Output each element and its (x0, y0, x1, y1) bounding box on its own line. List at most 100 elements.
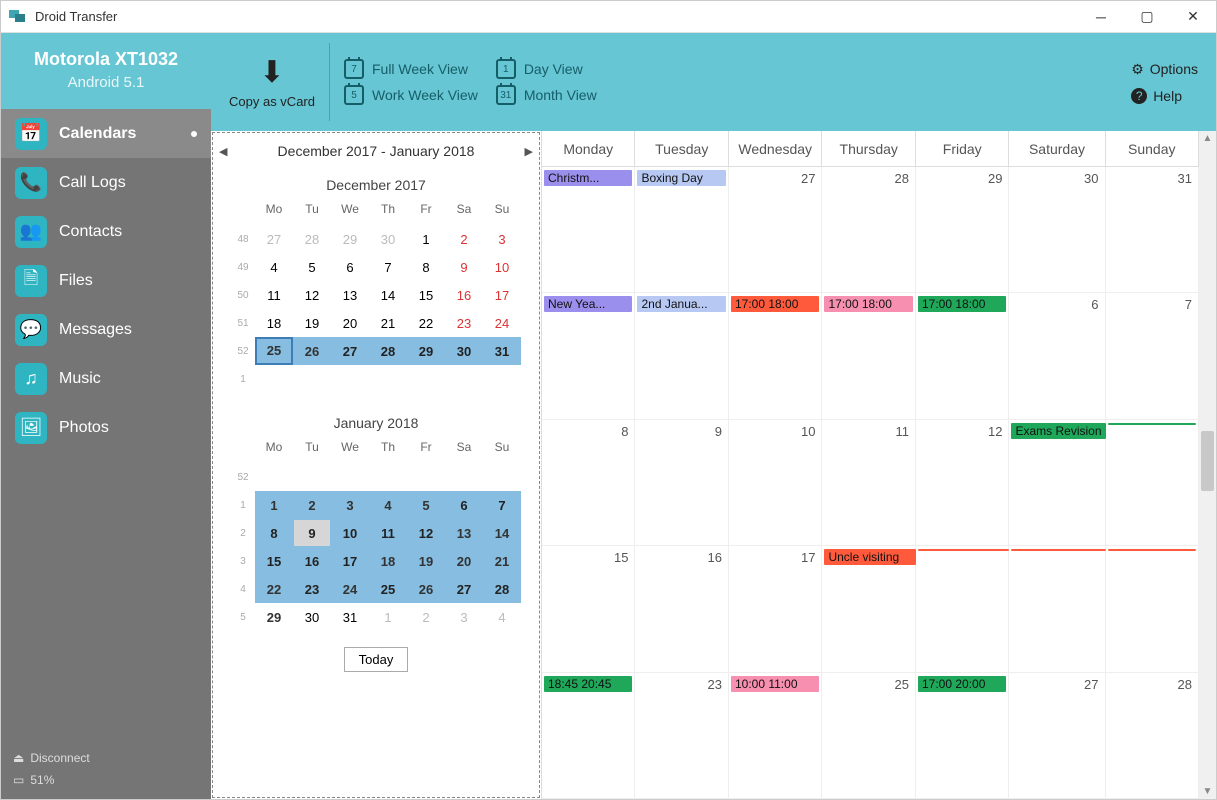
calendar-event[interactable]: 18:45 20:45 (544, 676, 632, 692)
mini-calendar-day[interactable]: 18 (255, 309, 293, 337)
mini-calendar-day[interactable]: 17 (483, 281, 521, 309)
help-button[interactable]: ?Help (1131, 88, 1198, 104)
mini-calendar-day[interactable]: 11 (255, 281, 293, 309)
calendar-event[interactable] (1108, 549, 1196, 551)
month-day-cell[interactable]: 9 (635, 420, 729, 546)
mini-calendar-day[interactable]: 18 (369, 547, 407, 575)
calendar-event[interactable]: 17:00 18:00 (918, 296, 1007, 312)
mini-calendar-day[interactable]: 28 (369, 337, 407, 365)
minimize-button[interactable]: ─ (1078, 1, 1124, 33)
next-month-button[interactable]: ▶ (525, 145, 533, 158)
month-day-cell[interactable]: 2nd Janua... (635, 293, 729, 419)
scroll-up-arrow[interactable]: ▲ (1199, 133, 1216, 144)
work-week-view-button[interactable]: 5Work Week View (344, 85, 478, 105)
mini-calendar-day[interactable]: 4 (483, 603, 521, 631)
month-day-cell[interactable]: 16 (635, 546, 729, 672)
mini-calendar-day[interactable] (255, 463, 293, 491)
calendar-event[interactable]: 17:00 18:00 (824, 296, 913, 312)
month-day-cell[interactable] (1009, 546, 1105, 672)
mini-calendar-day[interactable]: 30 (293, 603, 331, 631)
month-day-cell[interactable]: 12 (916, 420, 1010, 546)
mini-calendar-day[interactable] (407, 365, 445, 393)
calendar-event[interactable]: Uncle visiting (824, 549, 916, 565)
calendar-event[interactable]: 2nd Janua... (637, 296, 726, 312)
mini-calendar-day[interactable] (407, 463, 445, 491)
month-day-cell[interactable]: 25 (822, 673, 916, 799)
month-day-cell[interactable]: Uncle visiting (822, 546, 916, 672)
mini-calendar-day[interactable]: 31 (483, 337, 521, 365)
month-day-cell[interactable]: 30 (1009, 167, 1105, 293)
calendar-event[interactable] (918, 549, 1010, 551)
mini-calendar-day[interactable]: 20 (445, 547, 483, 575)
calendar-event[interactable]: Exams Revision (1011, 423, 1105, 439)
mini-calendar-day[interactable]: 11 (369, 519, 407, 547)
month-scrollbar[interactable]: ▲ ▼ (1199, 131, 1216, 799)
month-day-cell[interactable]: 29 (916, 167, 1010, 293)
mini-calendar-day[interactable]: 10 (331, 519, 369, 547)
day-view-button[interactable]: 1Day View (496, 59, 597, 79)
mini-calendar-day[interactable]: 9 (445, 253, 483, 281)
mini-calendar-day[interactable]: 25 (369, 575, 407, 603)
mini-calendar-day[interactable]: 4 (369, 491, 407, 519)
mini-calendar-day[interactable]: 14 (483, 519, 521, 547)
month-day-cell[interactable]: 28 (822, 167, 916, 293)
mini-calendar-day[interactable]: 3 (331, 491, 369, 519)
mini-calendar-day[interactable]: 29 (407, 337, 445, 365)
sidebar-item-contacts[interactable]: 👥Contacts (1, 207, 211, 256)
mini-calendar-day[interactable]: 27 (445, 575, 483, 603)
copy-vcard-button[interactable]: ⬇ Copy as vCard (215, 43, 330, 121)
mini-calendar-day[interactable] (331, 365, 369, 393)
mini-calendar-day[interactable]: 19 (293, 309, 331, 337)
month-day-cell[interactable]: 8 (542, 420, 635, 546)
mini-calendar-day[interactable]: 1 (407, 225, 445, 253)
month-day-cell[interactable] (1106, 546, 1199, 672)
calendar-event[interactable]: 17:00 20:00 (918, 676, 1007, 692)
month-day-cell[interactable]: Exams Revision (1009, 420, 1105, 546)
mini-calendar-day[interactable]: 26 (407, 575, 445, 603)
mini-calendar-day[interactable]: 27 (331, 337, 369, 365)
mini-calendar-day[interactable]: 6 (331, 253, 369, 281)
mini-calendar-day[interactable] (369, 463, 407, 491)
calendar-event[interactable]: Christm... (544, 170, 632, 186)
maximize-button[interactable]: ▢ (1124, 1, 1170, 33)
mini-calendar-day[interactable]: 13 (331, 281, 369, 309)
calendar-event[interactable]: 17:00 18:00 (731, 296, 819, 312)
mini-calendar-day[interactable]: 5 (407, 491, 445, 519)
mini-calendar-day[interactable] (445, 365, 483, 393)
month-day-cell[interactable]: 27 (729, 167, 822, 293)
mini-calendar-day[interactable]: 5 (293, 253, 331, 281)
sidebar-item-photos[interactable]: 🖼Photos (1, 403, 211, 452)
options-button[interactable]: ⚙Options (1131, 61, 1198, 78)
mini-calendar-day[interactable] (331, 463, 369, 491)
mini-calendar-day[interactable]: 2 (293, 491, 331, 519)
mini-calendar-day[interactable]: 7 (369, 253, 407, 281)
mini-calendar-day[interactable]: 16 (445, 281, 483, 309)
month-day-cell[interactable]: 17:00 20:00 (916, 673, 1010, 799)
month-day-cell[interactable]: 31 (1106, 167, 1199, 293)
mini-calendar-day[interactable]: 29 (331, 225, 369, 253)
month-day-cell[interactable]: 23 (635, 673, 729, 799)
sidebar-item-calendars[interactable]: 📅Calendars (1, 109, 211, 158)
mini-calendar-day[interactable]: 3 (483, 225, 521, 253)
month-day-cell[interactable]: Christm... (542, 167, 635, 293)
mini-calendar-day[interactable]: 30 (445, 337, 483, 365)
month-day-cell[interactable]: New Yea... (542, 293, 635, 419)
month-day-cell[interactable]: 17:00 18:00 (822, 293, 916, 419)
mini-calendar-day[interactable]: 24 (331, 575, 369, 603)
mini-calendar-day[interactable]: 21 (369, 309, 407, 337)
month-day-cell[interactable]: 7 (1106, 293, 1199, 419)
mini-calendar-day[interactable]: 22 (407, 309, 445, 337)
month-view-button[interactable]: 31Month View (496, 85, 597, 105)
mini-calendar-day[interactable]: 20 (331, 309, 369, 337)
month-day-cell[interactable] (916, 546, 1010, 672)
mini-calendar-day[interactable] (369, 365, 407, 393)
mini-calendar-day[interactable] (293, 463, 331, 491)
mini-calendar-day[interactable]: 22 (255, 575, 293, 603)
month-day-cell[interactable]: 17 (729, 546, 822, 672)
month-day-cell[interactable]: 18:45 20:45 (542, 673, 635, 799)
mini-calendar-day[interactable]: 12 (407, 519, 445, 547)
prev-month-button[interactable]: ◀ (219, 145, 227, 158)
month-day-cell[interactable] (1106, 420, 1199, 546)
month-day-cell[interactable]: 17:00 18:00 (729, 293, 822, 419)
mini-calendar-day[interactable]: 2 (407, 603, 445, 631)
